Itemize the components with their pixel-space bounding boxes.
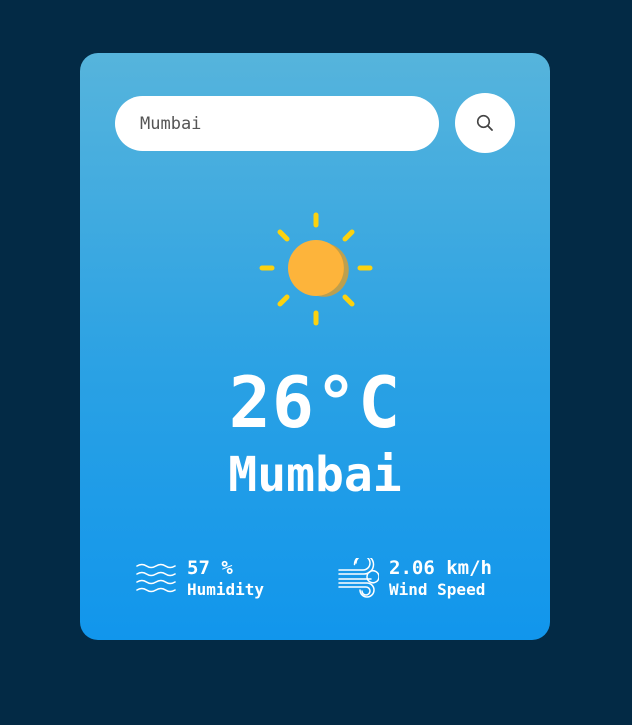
wind-icon [338, 558, 379, 598]
search-icon [476, 114, 493, 131]
humidity-stat: 57 % Humidity [135, 558, 264, 600]
wind-stat: 2.06 km/h Wind Speed [337, 558, 492, 600]
search-button[interactable] [455, 93, 515, 153]
search-field[interactable] [115, 96, 439, 151]
search-input[interactable] [140, 113, 410, 134]
wind-speed-label: Wind Speed [389, 580, 486, 599]
humidity-waves-icon [136, 563, 176, 593]
wind-speed-value: 2.06 km/h [389, 557, 492, 579]
humidity-value: 57 % [187, 557, 233, 579]
humidity-label: Humidity [187, 580, 265, 599]
weather-card: 26°C Mumbai 57 % Humidity [80, 53, 550, 640]
temperature-value: 26°C [228, 362, 402, 444]
sun-icon [259, 212, 373, 326]
city-name: Mumbai [228, 447, 402, 503]
